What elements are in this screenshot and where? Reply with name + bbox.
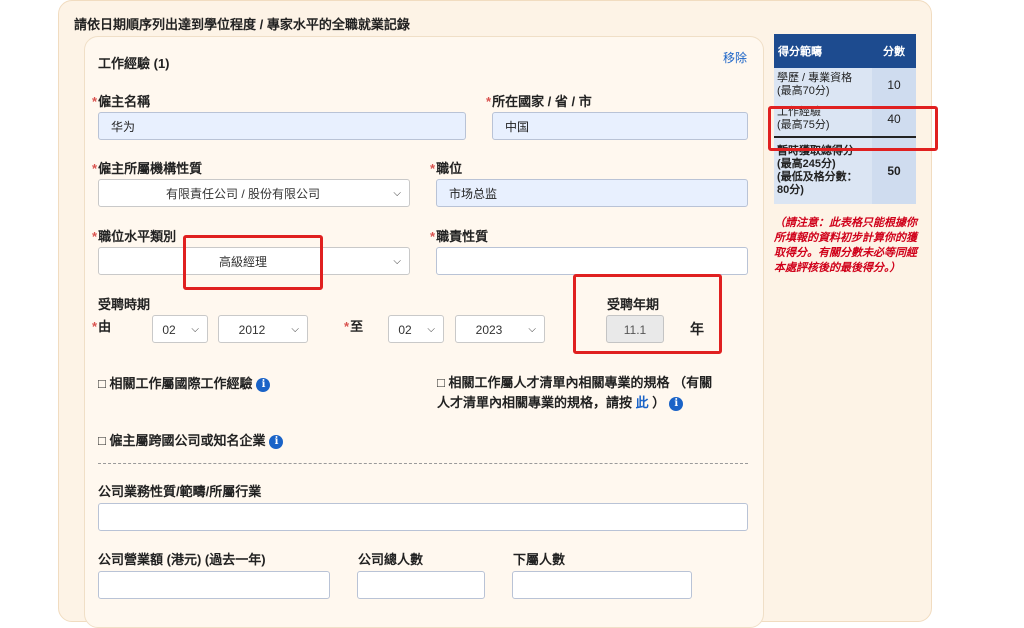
score-note: （請注意：此表格只能根據你所填報的資料初步計算你的獲取得分。有關分數未必等同經本…	[774, 217, 917, 274]
subordinates-label: 下屬人數	[513, 552, 566, 567]
score-row-education: 學歷 / 專業資格 (最高70分) 10	[774, 68, 916, 102]
to-label: *至	[344, 319, 364, 334]
to-year-select[interactable]: 2023 ⌵	[455, 315, 545, 343]
position-label: *職位	[430, 161, 463, 176]
duty-nature-input[interactable]	[436, 247, 748, 275]
from-year-value: 2012	[238, 323, 266, 337]
info-icon[interactable]: i	[256, 377, 271, 392]
talent-list-link[interactable]: 此	[636, 395, 649, 410]
score-category-header: 得分範疇	[774, 34, 872, 68]
duty-nature-label: *職責性質	[430, 229, 489, 244]
highlight-box-employment-years	[573, 274, 722, 354]
employer-name-label: *僱主名稱	[92, 94, 151, 109]
to-month-value: 02	[398, 323, 412, 337]
remove-link[interactable]: 移除	[723, 49, 747, 66]
turnover-input[interactable]	[98, 571, 330, 599]
org-nature-label: *僱主所屬機構性質	[92, 161, 203, 176]
chevron-down-icon: ⌵	[528, 324, 536, 335]
score-value-header: 分數	[872, 34, 916, 68]
staff-count-input[interactable]	[357, 571, 485, 599]
to-month-select[interactable]: 02 ⌵	[388, 315, 444, 343]
staff-count-label: 公司總人數	[358, 552, 424, 567]
multinational-checkbox[interactable]: □ 僱主屬跨國公司或知名企業 i	[98, 430, 284, 449]
score-table-header: 得分範疇 分數	[774, 34, 916, 68]
turnover-label: 公司營業額 (港元) (過去一年)	[98, 552, 266, 567]
position-input[interactable]: 市场总监	[436, 179, 748, 207]
info-icon[interactable]: i	[269, 434, 284, 449]
org-nature-select[interactable]: 有限責任公司 / 股份有限公司 ⌵	[98, 179, 410, 207]
from-year-select[interactable]: 2012 ⌵	[218, 315, 308, 343]
international-checkbox[interactable]: □ 相關工作屬國際工作經驗 i	[98, 373, 271, 392]
talent-list-checkbox[interactable]: □ 相關工作屬人才清單內相關專業的規格 （有關 人才清單內相關專業的規格，請按 …	[437, 373, 749, 413]
location-input[interactable]: 中国	[492, 112, 748, 140]
position-level-label: *職位水平類別	[92, 229, 177, 244]
chevron-down-icon: ⌵	[427, 324, 435, 335]
location-label: *所在國家 / 省 / 市	[486, 94, 592, 109]
business-nature-label: 公司業務性質/範疇/所屬行業	[98, 484, 262, 499]
card-title: 工作經驗 (1)	[98, 56, 170, 71]
subordinates-input[interactable]	[512, 571, 692, 599]
info-icon[interactable]: i	[669, 396, 684, 411]
highlight-box-position-level	[183, 235, 323, 290]
employer-name-input[interactable]: 华为	[98, 112, 466, 140]
divider	[98, 463, 748, 464]
from-month-value: 02	[162, 323, 176, 337]
highlight-box-work-experience-score	[768, 106, 938, 151]
to-year-value: 2023	[475, 323, 503, 337]
chevron-down-icon: ⌵	[291, 324, 299, 335]
chevron-down-icon: ⌵	[191, 324, 199, 335]
chevron-down-icon: ⌵	[393, 188, 401, 199]
section-title: 請依日期順序列出達到學位程度 / 專家水平的全職就業記錄	[74, 17, 410, 32]
chevron-down-icon: ⌵	[393, 256, 401, 267]
business-nature-input[interactable]	[98, 503, 748, 531]
employment-period-label: 受聘時期	[98, 297, 151, 312]
from-label: *由	[92, 319, 112, 334]
from-month-select[interactable]: 02 ⌵	[152, 315, 208, 343]
education-score: 10	[872, 68, 916, 102]
org-nature-value: 有限責任公司 / 股份有限公司	[165, 187, 320, 201]
